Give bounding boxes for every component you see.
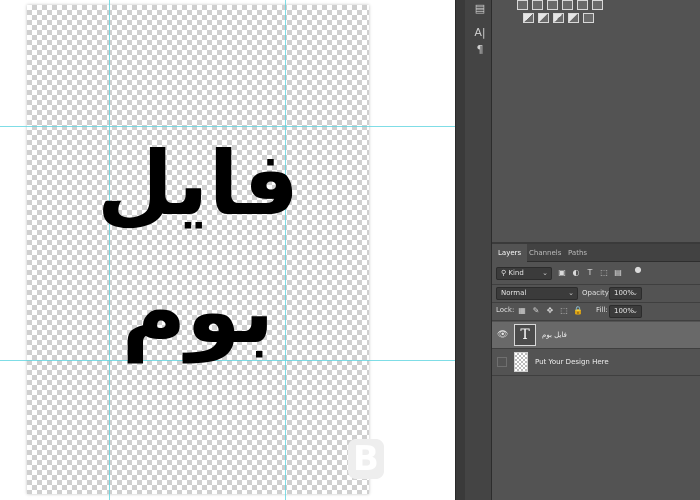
row-separator	[492, 284, 700, 285]
preset-icon[interactable]	[592, 0, 603, 10]
chevron-down-icon: ⌄	[568, 289, 574, 297]
character-panel-icon[interactable]: A|	[473, 26, 487, 40]
layer-name[interactable]: Put Your Design Here	[535, 349, 609, 375]
lock-all-icon[interactable]: 🔒	[573, 306, 583, 316]
paragraph-icon[interactable]: ¶	[473, 43, 487, 57]
artboard-text-line-1: فایل	[96, 132, 300, 235]
panel-tab-row: Layers Channels Paths	[492, 244, 700, 262]
tab-layers[interactable]: Layers	[492, 244, 528, 262]
artboard-text[interactable]: فایل بوم	[58, 120, 338, 376]
chevron-down-icon: ⌄	[632, 289, 638, 297]
watermark-letter: B	[353, 439, 379, 479]
adjustment-preset-icon[interactable]	[538, 13, 549, 23]
panel-divider[interactable]	[455, 0, 465, 500]
canvas-workspace[interactable]: فایل بوم B	[0, 0, 455, 500]
adjustment-filter-icon[interactable]: ◐	[571, 268, 581, 278]
panel-tool-strip: ▤ A| ¶	[465, 0, 492, 500]
opacity-value: 100%	[614, 289, 635, 297]
history-icon[interactable]: ▤	[473, 2, 487, 16]
fill-label: Fill:	[596, 306, 608, 314]
fill-input[interactable]: 100% ⌄	[609, 305, 642, 318]
text-layer-thumbnail: T	[514, 324, 536, 346]
tab-channels[interactable]: Channels	[523, 244, 567, 262]
opacity-input[interactable]: 100% ⌄	[609, 287, 642, 300]
lock-position-icon[interactable]: ✥	[545, 306, 555, 316]
layer-row-text[interactable]: 👁 T فایل بوم	[492, 322, 700, 348]
artboard-lock-icon[interactable]: ⬚	[559, 306, 569, 316]
adjustment-preset-icon[interactable]	[583, 13, 594, 23]
opacity-label: Opacity:	[582, 289, 611, 297]
layer-row-image[interactable]: Put Your Design Here	[492, 349, 700, 375]
lock-label: Lock:	[496, 306, 515, 314]
upper-panel	[492, 0, 700, 242]
layer-filter-kind-select[interactable]: ⚲ Kind ⌄	[496, 267, 552, 280]
lock-image-pixels-icon[interactable]: ✎	[531, 306, 541, 316]
tab-paths[interactable]: Paths	[562, 244, 593, 262]
filter-kind-value: Kind	[508, 269, 524, 277]
adjustment-preset-icon[interactable]	[553, 13, 564, 23]
smart-object-filter-icon[interactable]: ▤	[613, 268, 623, 278]
watermark-logo: B	[348, 439, 384, 479]
adjustment-preset-icon[interactable]	[568, 13, 579, 23]
lock-transparent-pixels-icon[interactable]: ▦	[517, 306, 527, 316]
adjustment-preset-icon[interactable]	[523, 13, 534, 23]
row-separator	[492, 320, 700, 321]
blend-mode-value: Normal	[501, 289, 527, 297]
preset-icon[interactable]	[577, 0, 588, 10]
row-separator	[492, 375, 700, 376]
shape-filter-icon[interactable]: ⬚	[599, 268, 609, 278]
blend-mode-select[interactable]: Normal ⌄	[496, 287, 578, 300]
type-filter-icon[interactable]: T	[585, 268, 595, 278]
artboard-text-line-2: بوم	[121, 260, 275, 363]
layers-panel: Layers Channels Paths ⚲ Kind ⌄ ▣ ◐ T ⬚ ▤…	[492, 244, 700, 500]
eye-icon[interactable]: 👁	[497, 330, 508, 340]
chevron-down-icon: ⌄	[542, 269, 548, 277]
chevron-down-icon: ⌄	[632, 307, 638, 315]
preset-icon[interactable]	[562, 0, 573, 10]
pixel-filter-icon[interactable]: ▣	[557, 268, 567, 278]
filter-toggle-icon[interactable]: ●	[633, 265, 643, 275]
preset-icon[interactable]	[532, 0, 543, 10]
fill-value: 100%	[614, 307, 635, 315]
image-layer-thumbnail	[514, 352, 528, 372]
preset-icon[interactable]	[517, 0, 528, 10]
layer-name[interactable]: فایل بوم	[542, 322, 567, 348]
preset-icon[interactable]	[547, 0, 558, 10]
visibility-toggle-empty[interactable]	[497, 357, 507, 367]
row-separator	[492, 302, 700, 303]
